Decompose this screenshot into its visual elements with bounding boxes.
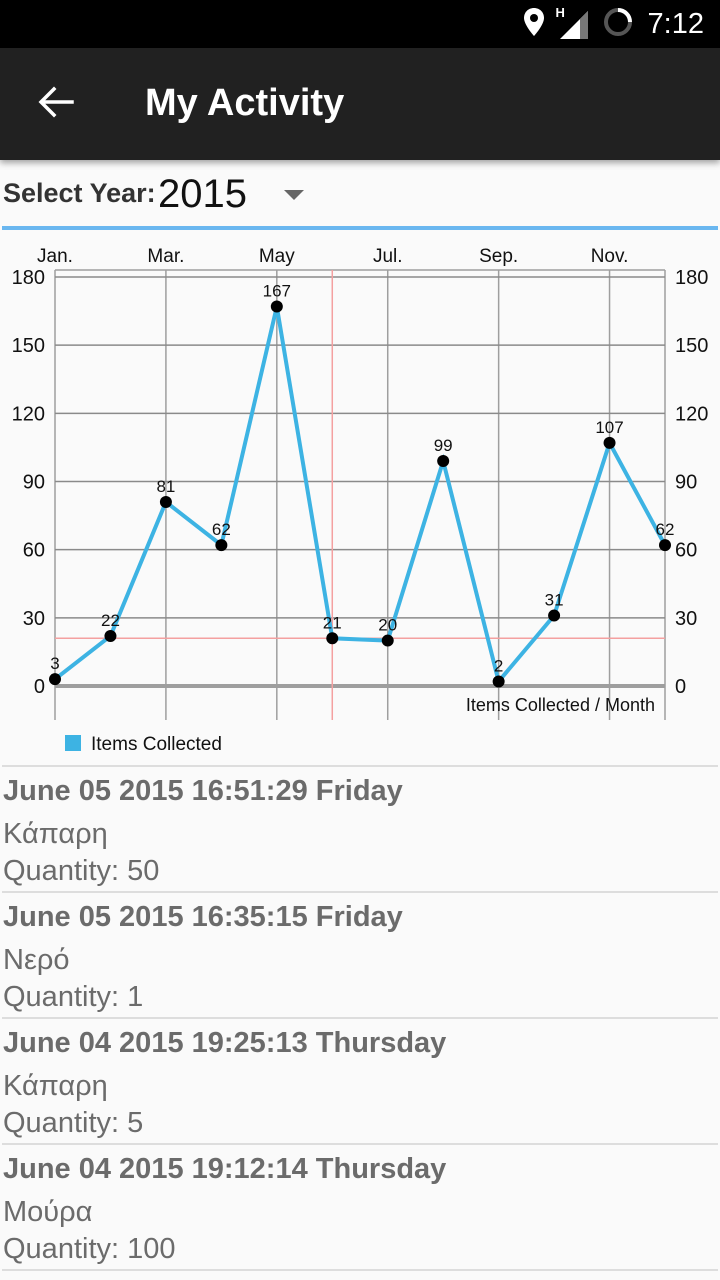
activity-list: June 05 2015 16:51:29 Friday Κάπαρη Quan… xyxy=(0,767,720,1271)
data-label: 99 xyxy=(434,436,453,455)
y-tick-label-left: 0 xyxy=(34,676,45,698)
data-point xyxy=(49,673,61,686)
year-underline xyxy=(2,226,718,230)
back-button[interactable] xyxy=(24,76,88,132)
item-name: Μούρα xyxy=(3,1196,93,1228)
data-label: 31 xyxy=(545,591,564,610)
page-title: My Activity xyxy=(145,82,345,124)
data-point xyxy=(492,675,505,688)
data-label: 3 xyxy=(50,654,59,673)
x-tick-label: Jan. xyxy=(37,246,73,267)
item-quantity: Quantity: 1 xyxy=(3,981,144,1013)
y-tick-label-right: 120 xyxy=(675,403,708,425)
y-tick-label-left: 60 xyxy=(23,540,45,562)
data-label: 81 xyxy=(156,477,175,496)
y-tick-label-left: 150 xyxy=(12,335,45,357)
item-quantity: Quantity: 5 xyxy=(3,1107,144,1139)
item-date: June 05 2015 16:35:15 Friday xyxy=(3,901,403,933)
year-selector-row: Select Year: 2015 xyxy=(0,160,720,230)
item-quantity: Quantity: 100 xyxy=(3,1233,176,1265)
list-item[interactable]: June 04 2015 19:12:14 Thursday Μούρα Qua… xyxy=(2,1145,718,1271)
y-tick-label-left: 180 xyxy=(12,267,45,289)
data-label: 167 xyxy=(263,282,291,301)
chart-description: Items Collected / Month xyxy=(466,695,655,715)
x-tick-label: May xyxy=(259,246,295,267)
data-point xyxy=(659,539,671,552)
dropdown-caret-icon xyxy=(284,190,304,200)
data-label: 20 xyxy=(378,616,397,635)
year-label: Select Year: xyxy=(3,178,156,208)
data-point xyxy=(381,634,394,647)
legend-swatch xyxy=(65,735,81,751)
signal-icon: H xyxy=(556,5,592,41)
data-label: 62 xyxy=(656,520,675,539)
data-point xyxy=(215,539,228,552)
list-item[interactable]: June 05 2015 16:51:29 Friday Κάπαρη Quan… xyxy=(2,767,718,893)
y-tick-label-right: 180 xyxy=(675,267,708,289)
location-icon xyxy=(522,7,546,42)
y-tick-label-right: 90 xyxy=(675,472,697,494)
x-tick-label: Sep. xyxy=(479,246,518,267)
y-tick-label-right: 0 xyxy=(675,676,686,698)
data-point xyxy=(603,436,616,449)
activity-chart[interactable]: Jan. Mar. May Jul. Sep. Nov. 0 0 30 30 60 60 90 90 120… xyxy=(0,236,720,766)
status-bar: H 7:12 xyxy=(0,0,720,48)
data-label: 107 xyxy=(595,418,623,437)
data-point xyxy=(270,300,283,313)
arrow-left-icon xyxy=(38,86,74,123)
y-tick-label-right: 60 xyxy=(675,540,697,562)
y-tick-label-right: 30 xyxy=(675,608,697,630)
data-point xyxy=(159,495,172,508)
app-bar: My Activity xyxy=(0,48,720,160)
x-tick-label: Nov. xyxy=(591,246,629,267)
series-line xyxy=(53,306,667,686)
data-point xyxy=(326,632,339,645)
data-point xyxy=(437,455,450,468)
status-icons: H 7:12 xyxy=(522,0,704,48)
item-name: Νερό xyxy=(3,944,70,976)
list-item[interactable]: June 04 2015 19:25:13 Thursday Κάπαρη Qu… xyxy=(2,1019,718,1145)
data-point xyxy=(548,609,561,622)
item-name: Κάπαρη xyxy=(3,818,108,850)
list-item[interactable]: June 05 2015 16:35:15 Friday Νερό Quanti… xyxy=(2,893,718,1019)
y-tick-label-left: 120 xyxy=(12,403,45,425)
status-time: 7:12 xyxy=(647,7,704,40)
data-label: 22 xyxy=(101,611,120,630)
data-label: 62 xyxy=(212,520,231,539)
data-label: 21 xyxy=(323,613,342,632)
x-tick-label: Jul. xyxy=(373,246,403,267)
y-tick-label-left: 90 xyxy=(23,472,45,494)
x-tick-label: Mar. xyxy=(147,246,184,267)
y-tick-label-left: 30 xyxy=(23,608,45,630)
data-point xyxy=(104,630,117,643)
y-tick-label-right: 150 xyxy=(675,335,708,357)
battery-ring-icon xyxy=(602,6,634,43)
legend-label: Items Collected xyxy=(91,734,222,755)
item-quantity: Quantity: 50 xyxy=(3,855,160,887)
year-dropdown[interactable]: 2015 xyxy=(150,166,320,224)
item-date: June 04 2015 19:25:13 Thursday xyxy=(3,1027,447,1059)
item-name: Κάπαρη xyxy=(3,1070,108,1102)
year-value: 2015 xyxy=(158,172,247,216)
item-date: June 05 2015 16:51:29 Friday xyxy=(3,775,403,807)
chart-svg: Jan. Mar. May Jul. Sep. Nov. 0 0 30 30 60 60 90 90 120… xyxy=(12,246,709,755)
data-label: 2 xyxy=(494,656,503,675)
item-date: June 04 2015 19:12:14 Thursday xyxy=(3,1153,447,1185)
